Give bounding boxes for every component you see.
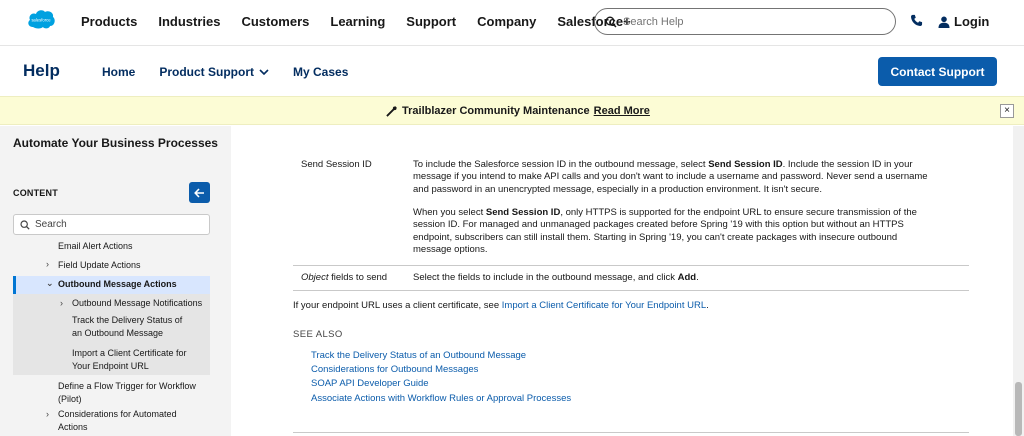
arrow-left-icon <box>194 187 204 198</box>
help-nav-home[interactable]: Home <box>102 65 135 79</box>
banner-text: Trailblazer Community Maintenance <box>402 105 590 117</box>
banner-read-more-link[interactable]: Read More <box>594 105 650 117</box>
chevron-down-icon <box>259 69 269 75</box>
toc-item-email-alert-actions[interactable]: Email Alert Actions <box>13 239 210 258</box>
sidebar: Automate Your Business Processes CONTENT… <box>0 126 231 436</box>
toc-item-field-update-actions[interactable]: › Field Update Actions <box>13 258 210 276</box>
object-label-rest: fields to send <box>328 272 388 283</box>
see-also-item: Track the Delivery Status of an Outbound… <box>311 349 571 363</box>
table-divider <box>293 290 969 291</box>
logo-text: salesforce <box>31 18 51 23</box>
toc-item-outbound-message-notifications[interactable]: › Outbound Message Notifications <box>13 294 210 312</box>
global-header: salesforce Products Industries Customers… <box>0 0 1024 46</box>
see-also-item: Considerations for Outbound Messages <box>311 363 571 377</box>
toc-item-label: Define a Flow Trigger for Workflow (Pilo… <box>58 381 196 404</box>
send-session-id-description: To include the Salesforce session ID in … <box>413 159 933 196</box>
toc-item-label: Considerations for Automated Actions <box>58 409 177 432</box>
nav-support[interactable]: Support <box>406 14 456 29</box>
send-session-id-https-note: When you select Send Session ID, only HT… <box>413 207 933 256</box>
banner-close-button[interactable]: × <box>1000 104 1014 118</box>
global-search-input[interactable] <box>623 15 873 28</box>
help-nav-home-label: Home <box>102 65 136 79</box>
global-nav: Products Industries Customers Learning S… <box>81 14 652 29</box>
banner-content: Trailblazer Community Maintenance Read M… <box>386 105 650 117</box>
session-p1-text: To include the Salesforce session ID in … <box>413 159 709 170</box>
object-label-em: Object <box>301 272 329 283</box>
user-icon <box>938 16 950 28</box>
toc-item-label: Outbound Message Actions <box>58 279 177 289</box>
nav-industries[interactable]: Industries <box>158 14 220 29</box>
cert-link[interactable]: Import a Client Certificate for Your End… <box>502 300 706 311</box>
phone-icon[interactable] <box>910 14 923 27</box>
content-label: CONTENT <box>13 188 58 198</box>
session-p2-text: When you select <box>413 207 486 218</box>
scrollbar-thumb[interactable] <box>1015 382 1022 436</box>
see-also-link-track-delivery[interactable]: Track the Delivery Status of an Outbound… <box>311 350 526 361</box>
salesforce-logo[interactable]: salesforce <box>26 8 56 30</box>
search-icon <box>605 16 617 28</box>
chevron-down-icon[interactable]: ⌄ <box>46 277 54 290</box>
session-p1-bold: Send Session ID <box>708 159 783 170</box>
object-fields-description: Select the fields to include in the outb… <box>413 272 933 284</box>
help-nav: Home Product Support My Cases <box>102 65 372 79</box>
nav-products[interactable]: Products <box>81 14 137 29</box>
toc-item-label: Track the Delivery Status of an Outbound… <box>72 315 183 338</box>
global-search[interactable] <box>594 8 896 35</box>
see-also-link-associate-actions[interactable]: Associate Actions with Workflow Rules or… <box>311 393 571 404</box>
sidebar-search[interactable] <box>13 214 210 235</box>
toc-item-label: Email Alert Actions <box>58 241 133 251</box>
help-header: Help Home Product Support My Cases Conta… <box>0 47 1024 95</box>
table-divider <box>293 265 969 266</box>
object-text-bold: Add <box>677 272 697 283</box>
object-text: Select the fields to include in the outb… <box>413 272 678 283</box>
chevron-right-icon[interactable]: › <box>46 408 49 421</box>
nav-customers[interactable]: Customers <box>241 14 309 29</box>
chevron-right-icon[interactable]: › <box>46 258 49 271</box>
sidebar-title: Automate Your Business Processes <box>13 136 218 150</box>
toc-item-considerations-automated-actions[interactable]: › Considerations for Automated Actions <box>13 405 210 435</box>
see-also-item: SOAP API Developer Guide <box>311 377 571 391</box>
toc-item-define-flow-trigger[interactable]: Define a Flow Trigger for Workflow (Pilo… <box>13 375 210 405</box>
help-nav-product-support-label: Product Support <box>159 65 255 79</box>
nav-company[interactable]: Company <box>477 14 536 29</box>
search-icon <box>20 219 30 230</box>
bottom-divider <box>293 432 969 433</box>
toc-item-import-client-certificate[interactable]: Import a Client Certificate for Your End… <box>13 347 210 375</box>
session-p2-bold: Send Session ID <box>485 207 561 218</box>
toc-item-label: Outbound Message Notifications <box>72 298 203 308</box>
toc-item-track-delivery-status[interactable]: Track the Delivery Status of an Outbound… <box>13 312 210 347</box>
sidebar-search-input[interactable] <box>35 219 195 230</box>
see-also-link-soap-api[interactable]: SOAP API Developer Guide <box>311 378 429 389</box>
object-fields-label: Object fields to send <box>301 272 387 283</box>
see-also-list: Track the Delivery Status of an Outbound… <box>311 349 571 406</box>
client-certificate-paragraph: If your endpoint URL uses a client certi… <box>293 300 709 311</box>
help-nav-my-cases-label: My Cases <box>293 65 349 79</box>
object-text-end: . <box>696 272 699 283</box>
see-also-item: Associate Actions with Workflow Rules or… <box>311 392 571 406</box>
cert-text: If your endpoint URL uses a client certi… <box>293 300 502 311</box>
login-label[interactable]: Login <box>954 14 989 29</box>
cert-end: . <box>706 300 709 311</box>
login-link[interactable]: Login <box>938 14 989 29</box>
page-scrollbar[interactable] <box>1013 126 1024 436</box>
help-nav-my-cases[interactable]: My Cases <box>293 65 348 79</box>
toc-item-outbound-message-actions[interactable]: ⌄ Outbound Message Actions <box>13 276 210 294</box>
nav-learning[interactable]: Learning <box>330 14 385 29</box>
main-content: Send Session ID To include the Salesforc… <box>231 126 1024 436</box>
wrench-icon <box>386 105 397 117</box>
help-title[interactable]: Help <box>23 61 60 81</box>
send-session-id-label: Send Session ID <box>301 159 372 170</box>
toc-item-label: Field Update Actions <box>58 260 141 270</box>
maintenance-banner: Trailblazer Community Maintenance Read M… <box>0 96 1024 125</box>
table-of-contents: Email Alert Actions › Field Update Actio… <box>13 239 210 435</box>
collapse-sidebar-button[interactable] <box>189 182 210 203</box>
chevron-right-icon[interactable]: › <box>60 297 63 310</box>
see-also-link-considerations[interactable]: Considerations for Outbound Messages <box>311 364 478 375</box>
toc-item-label: Import a Client Certificate for Your End… <box>72 348 187 371</box>
help-nav-product-support[interactable]: Product Support <box>159 65 269 79</box>
contact-support-button[interactable]: Contact Support <box>878 57 997 86</box>
see-also-heading: SEE ALSO <box>293 329 343 340</box>
